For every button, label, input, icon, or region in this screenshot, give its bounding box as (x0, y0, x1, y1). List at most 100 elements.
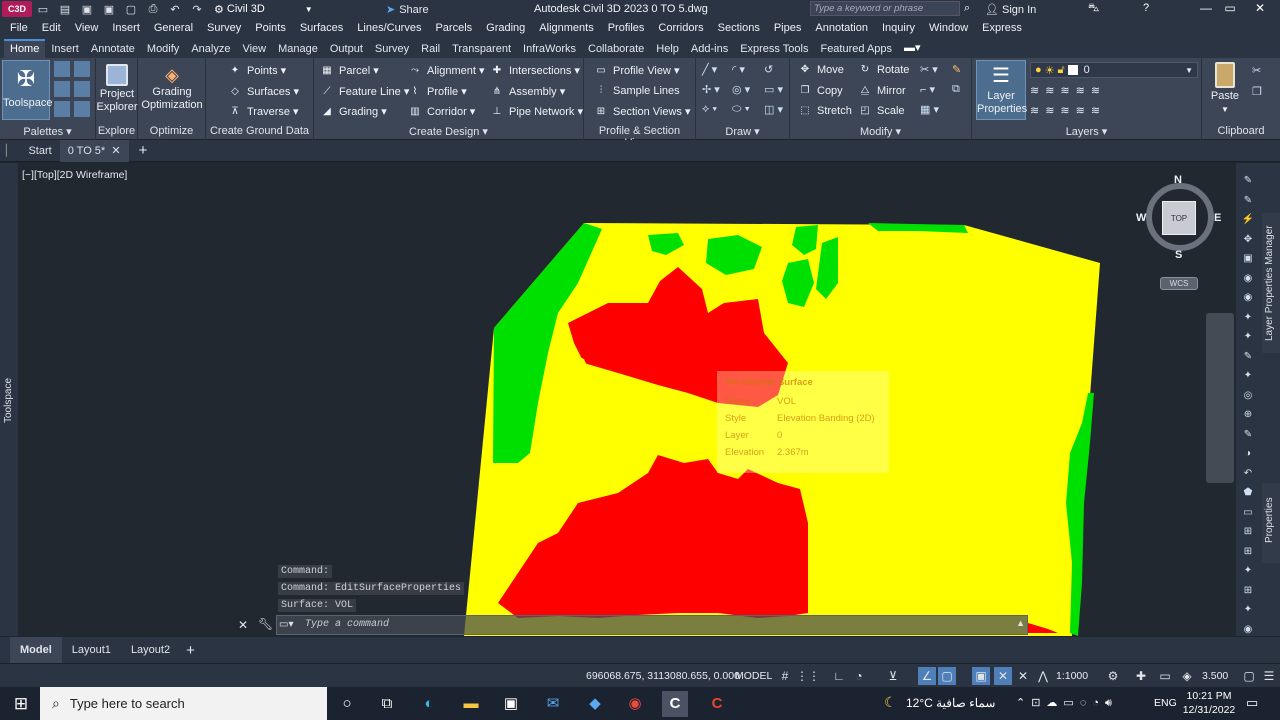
windows-start-icon[interactable]: ⊞ (8, 691, 34, 717)
command-prompt-icon[interactable]: ▭▾ (279, 619, 293, 630)
menu-sections[interactable]: Sections (718, 22, 760, 34)
clean-screen-icon[interactable]: ▢ (1240, 667, 1258, 685)
cursor-coordinates[interactable]: 696068.675, 3113080.655, 0.000 (586, 670, 740, 682)
sign-in-button[interactable]: 👤︎ Sign In (985, 3, 1036, 16)
menu-insert[interactable]: Insert (112, 22, 140, 34)
isolate-objects-icon[interactable]: ✚ (1132, 667, 1150, 685)
surfaces-button[interactable]: ◇ Surfaces ▾ (228, 85, 299, 99)
viewcube[interactable]: TOP N S W E (1136, 174, 1221, 261)
redo-icon[interactable]: ↷ (189, 2, 205, 16)
chrome-icon[interactable]: ◉ (622, 691, 648, 717)
tab-layout1[interactable]: Layout1 (62, 644, 121, 656)
ucs-menu-button[interactable]: WCS (1160, 277, 1198, 290)
taskbar-clock[interactable]: 10:21 PM 12/31/2022 (1180, 689, 1238, 717)
new-tab-icon[interactable]: + (129, 142, 158, 159)
stretch-button[interactable]: ⬚ Stretch (798, 105, 852, 117)
task-view-icon[interactable]: ⧉ (374, 691, 400, 717)
customize-command-icon[interactable]: 🔧︎ (258, 617, 273, 631)
panel-title-layers[interactable]: Layers ▾ (972, 125, 1201, 139)
save-icon[interactable]: ▣ (79, 2, 95, 16)
menu-surfaces[interactable]: Surfaces (300, 22, 343, 34)
menu-parcels[interactable]: Parcels (435, 22, 472, 34)
corridor-button[interactable]: ▥ Corridor ▾ (408, 105, 475, 119)
tab-start[interactable]: Start (20, 140, 59, 162)
app-logo[interactable]: C3D (2, 1, 32, 17)
panel-title-palettes[interactable]: Palettes ▾ (0, 125, 95, 139)
tool-palettes-icon[interactable] (54, 81, 70, 97)
move-button[interactable]: ✥ Move (798, 64, 844, 76)
mail-icon[interactable]: ✉ (540, 691, 566, 717)
add-layout-icon[interactable]: + (180, 642, 201, 659)
open-web-icon[interactable]: ▢ (123, 2, 139, 16)
layer-list-icon[interactable] (74, 81, 90, 97)
tab-current-drawing[interactable]: 0 TO 5* ✕ (59, 139, 129, 162)
weather-text[interactable]: 12°C سماء صافية (906, 696, 995, 710)
print-icon[interactable]: ⎙ (145, 2, 161, 16)
tab-output[interactable]: Output (324, 41, 369, 58)
mirror-button[interactable]: ⧋ Mirror (858, 85, 906, 97)
points-button[interactable]: ✦ Points ▾ (228, 64, 286, 78)
array-icon[interactable]: ▦ ▾ (920, 103, 939, 116)
store-icon[interactable]: ▣ (498, 691, 524, 717)
panel-title-create-ground-data[interactable]: Create Ground Data ▾ (206, 125, 313, 150)
project-explorer-button[interactable]: Project Explorer (96, 64, 138, 114)
compass-south[interactable]: S (1175, 249, 1182, 261)
menu-annotation[interactable]: Annotation (815, 22, 868, 34)
new-file-icon[interactable]: ▭ (35, 2, 51, 16)
menu-lines-curves[interactable]: Lines/Curves (357, 22, 421, 34)
undo-icon[interactable]: ↶ (167, 2, 183, 16)
palette-tools-column[interactable]: ✎ ✎ ⚡ ✥ ▣ ◉ ◉ ✦ ✦ ✎ ✦ ◎ ⊕ ✎ ◑ ↶ ⬟ ▭ ⊞ ⊞ ✦ ⊞ ✦ ◉ (1240, 171, 1256, 635)
menu-window[interactable]: Window (929, 22, 968, 34)
share-button[interactable]: ➤ Share (386, 3, 429, 17)
explode-icon[interactable]: ⧉ (952, 83, 960, 96)
menu-survey[interactable]: Survey (207, 22, 241, 34)
autocad-taskbar-icon[interactable]: C (704, 691, 730, 717)
tab-annotate[interactable]: Annotate (85, 41, 141, 58)
menu-inquiry[interactable]: Inquiry (882, 22, 915, 34)
layer-properties-button[interactable]: ☰ Layer Properties (976, 60, 1027, 120)
tab-help[interactable]: Help (650, 41, 685, 58)
erase-icon[interactable]: ✎ (952, 63, 961, 76)
paste-button[interactable]: Paste ▼ (1210, 62, 1240, 116)
profile-button[interactable]: ⌇ Profile ▾ (408, 85, 467, 99)
help-icon[interactable]: ? (1143, 2, 1149, 14)
section-views-button[interactable]: ⊞ Section Views ▾ (594, 105, 691, 119)
menu-toggle-icon[interactable]: ▏ (0, 144, 20, 157)
sample-lines-button[interactable]: ⫶ Sample Lines (594, 85, 680, 97)
save-as-icon[interactable]: ▣ (101, 2, 117, 16)
close-command-icon[interactable]: ✕ (238, 618, 248, 632)
design-center-icon[interactable] (54, 101, 70, 117)
model-space-indicator[interactable]: MODEL (735, 670, 772, 682)
ortho-icon[interactable]: ∟ (830, 667, 848, 685)
menu-express[interactable]: Express (982, 22, 1022, 34)
rectangle-icon[interactable]: ▭ ▾ (764, 83, 783, 96)
tab-layout2[interactable]: Layout2 (121, 644, 180, 656)
grid-icon[interactable]: # (776, 667, 794, 685)
tab-manage[interactable]: Manage (272, 41, 324, 58)
tab-analyze[interactable]: Analyze (185, 41, 236, 58)
workspace-select[interactable]: ⚙ Civil 3D ▼ (214, 3, 313, 16)
customize-statusbar-icon[interactable]: ☰ (1260, 667, 1278, 685)
hatch-icon[interactable]: ⟡ ▾ (702, 103, 717, 116)
taskbar-search-input[interactable]: ⌕ Type here to search (40, 687, 327, 720)
panel-title-modify[interactable]: Modify ▾ (790, 125, 971, 139)
grading-button[interactable]: ◢ Grading ▾ (320, 105, 387, 119)
line-icon[interactable]: ╱ ▾ (702, 63, 717, 76)
compass-north[interactable]: N (1174, 174, 1182, 186)
menu-pipes[interactable]: Pipes (774, 22, 802, 34)
search-icon[interactable]: ⌕ (964, 2, 970, 15)
circle-icon[interactable]: ◎ ▾ (732, 83, 750, 96)
command-line-input[interactable]: ▭▾ Type a command ▲ (276, 615, 1028, 635)
tab-add-ins[interactable]: Add-ins (685, 41, 734, 58)
close-tab-icon[interactable]: ✕ (111, 145, 120, 157)
open-file-icon[interactable]: ▤ (57, 2, 73, 16)
properties-tab[interactable]: Properties (1262, 483, 1280, 563)
copy-button[interactable]: ❐ Copy (798, 85, 843, 97)
minimize-button[interactable]: — (1196, 1, 1216, 17)
notifications-icon[interactable]: ▭ (1246, 695, 1258, 711)
feature-line-button[interactable]: ⟋ Feature Line ▾ (320, 85, 410, 99)
panel-title-create-design[interactable]: Create Design ▾ (314, 125, 583, 139)
auto-scale-icon[interactable]: ✕ (1014, 667, 1032, 685)
grading-optimization-button[interactable]: ◈ Grading Optimization (138, 66, 206, 112)
annotation-scale-icon[interactable]: ⋀ (1034, 667, 1052, 685)
